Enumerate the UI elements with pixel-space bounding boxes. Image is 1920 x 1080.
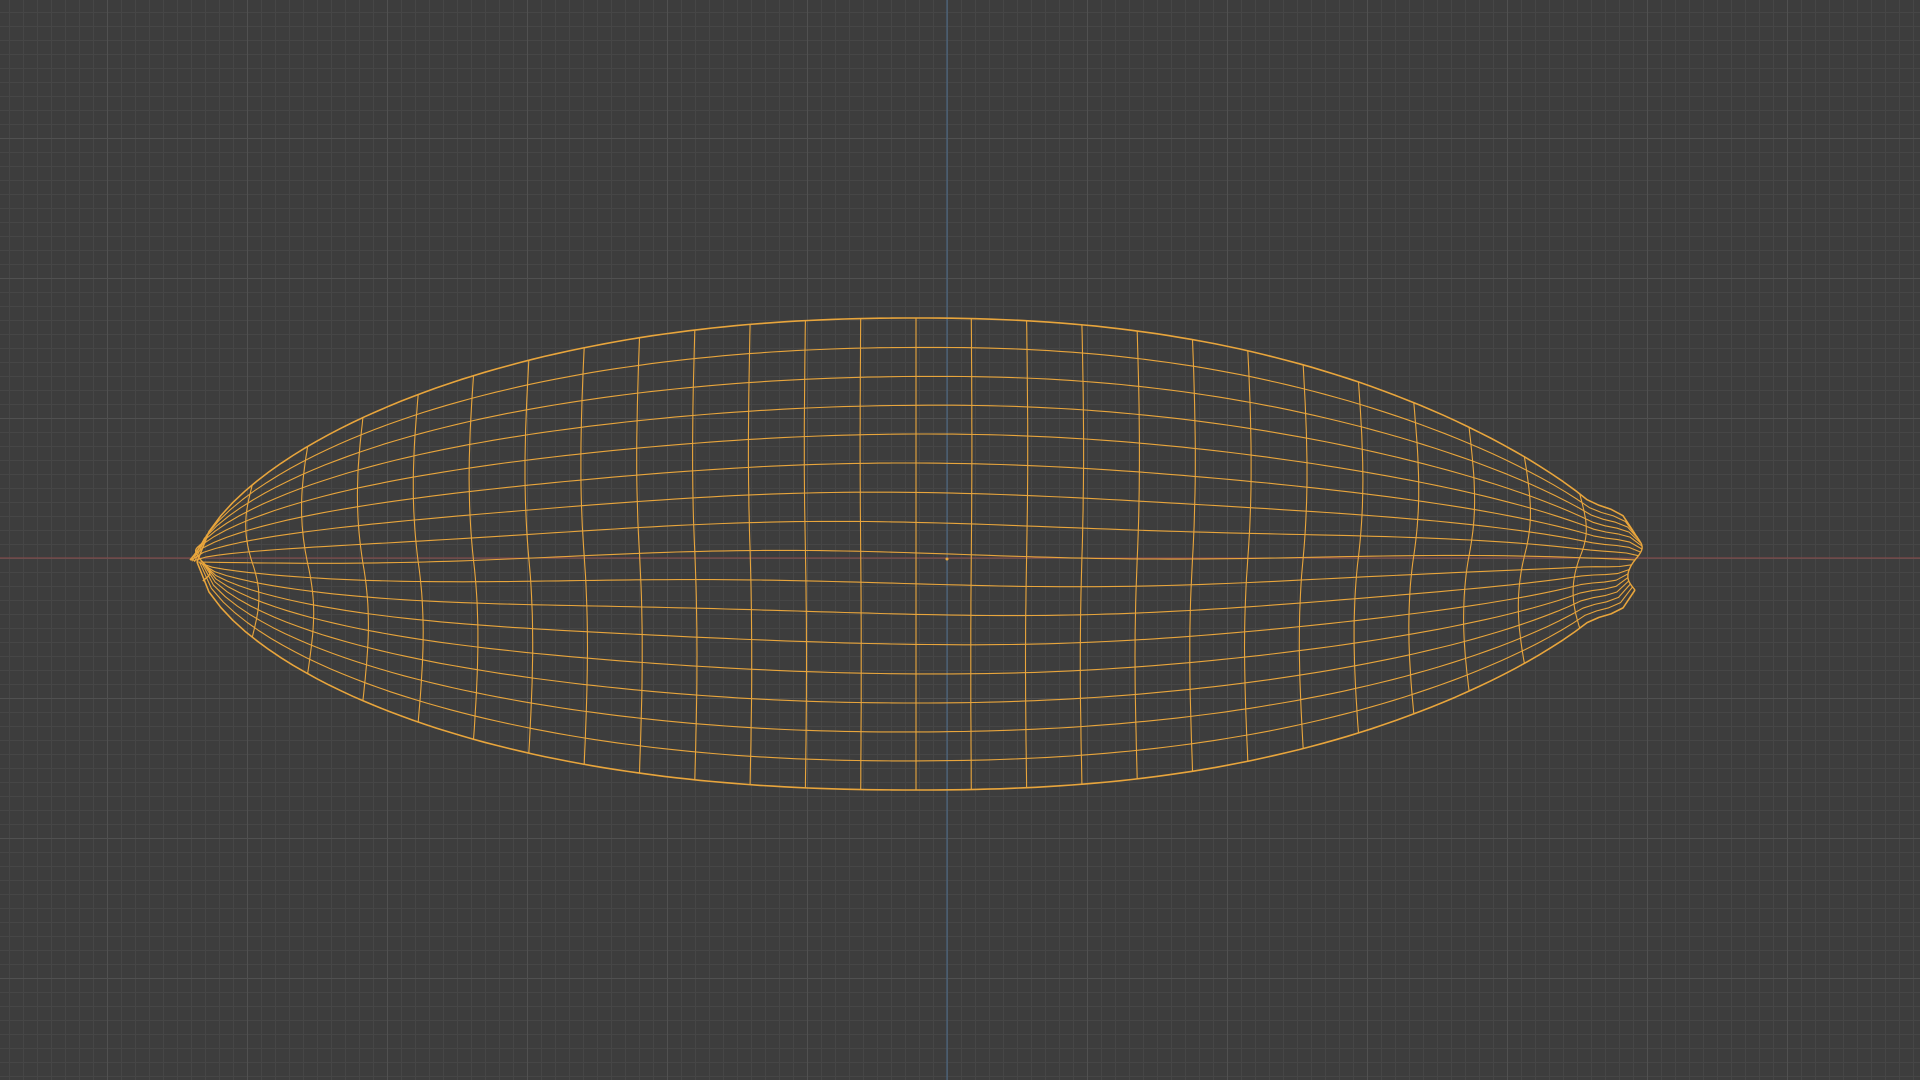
viewport-background xyxy=(0,0,1920,1080)
object-origin-point[interactable] xyxy=(945,557,949,561)
viewport-canvas[interactable] xyxy=(0,0,1920,1080)
3d-viewport[interactable] xyxy=(0,0,1920,1080)
